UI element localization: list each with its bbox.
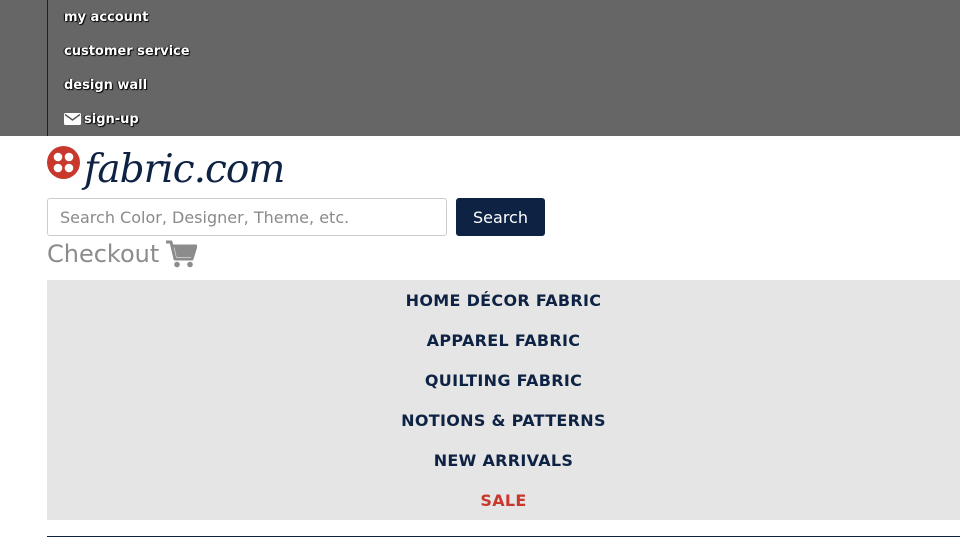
my-account-label: my account <box>64 9 149 25</box>
sign-up-link[interactable]: sign-up <box>64 102 190 136</box>
nav-sale[interactable]: SALE <box>47 480 960 520</box>
nav-quilting-fabric[interactable]: QUILTING FABRIC <box>47 360 960 400</box>
main-nav: HOME DÉCOR FABRIC APPAREL FABRIC QUILTIN… <box>47 280 960 520</box>
logo-mark-icon <box>47 145 80 179</box>
site-logo[interactable]: fabric.com <box>47 141 285 197</box>
my-account-link[interactable]: my account <box>64 0 190 34</box>
checkout-label: Checkout <box>47 240 160 268</box>
design-wall-label: design wall <box>64 77 148 93</box>
cart-icon <box>166 240 198 268</box>
design-wall-link[interactable]: design wall <box>64 68 190 102</box>
nav-apparel-fabric[interactable]: APPAREL FABRIC <box>47 320 960 360</box>
customer-service-label: customer service <box>64 43 190 59</box>
search-button[interactable]: Search <box>456 198 545 236</box>
checkout-link[interactable]: Checkout <box>47 238 198 270</box>
logo-wordmark: fabric.com <box>84 146 285 192</box>
nav-notions-patterns[interactable]: NOTIONS & PATTERNS <box>47 400 960 440</box>
search-input[interactable] <box>47 198 447 236</box>
sign-up-label: sign-up <box>84 111 139 127</box>
envelope-icon <box>64 113 81 125</box>
utility-bar-divider <box>47 0 48 136</box>
utility-links: my account customer service design wall … <box>64 0 190 136</box>
nav-new-arrivals[interactable]: NEW ARRIVALS <box>47 440 960 480</box>
nav-home-decor-fabric[interactable]: HOME DÉCOR FABRIC <box>47 280 960 320</box>
utility-bar: my account customer service design wall … <box>0 0 960 136</box>
customer-service-link[interactable]: customer service <box>64 34 190 68</box>
